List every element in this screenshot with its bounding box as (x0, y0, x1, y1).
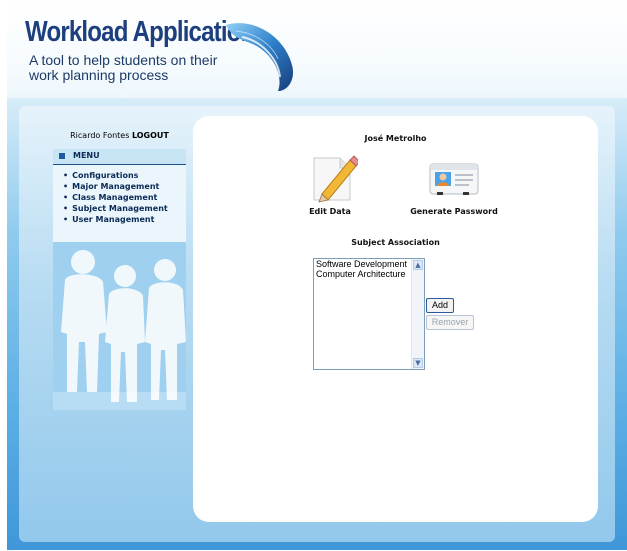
listbox-scrollbar[interactable]: ▲ ▼ (411, 259, 424, 369)
scroll-down-icon[interactable]: ▼ (413, 358, 423, 368)
app-tagline: A tool to help students on their work pl… (29, 52, 218, 83)
square-bullet-icon (59, 153, 65, 159)
menu-label: MENU (73, 151, 100, 160)
generate-password-label[interactable]: Generate Password (403, 207, 505, 216)
menu-item-subject-management[interactable]: Subject Management (63, 203, 186, 214)
logout-link[interactable]: LOGOUT (132, 131, 169, 140)
content-panel: José Metrolho Edit Data Generate Passwor… (193, 116, 598, 522)
menu-item-major-management[interactable]: Major Management (63, 181, 186, 192)
students-silhouette-image (53, 242, 186, 410)
edit-data-label[interactable]: Edit Data (297, 207, 363, 216)
remove-button[interactable]: Remover (426, 315, 474, 330)
user-name: Ricardo Fontes (70, 131, 130, 140)
id-card-icon[interactable] (429, 162, 481, 198)
subject-association-title: Subject Association (351, 238, 440, 247)
menu-item-class-management[interactable]: Class Management (63, 192, 186, 203)
list-item[interactable]: Software Development (314, 259, 424, 269)
list-item[interactable]: Computer Architecture (314, 269, 424, 279)
subject-listbox[interactable]: Software Development Computer Architectu… (313, 258, 425, 370)
pencil-paper-icon[interactable] (310, 154, 358, 204)
menu-header: MENU (53, 149, 186, 165)
app-title: Workload Application (25, 16, 255, 48)
menu-item-user-management[interactable]: User Management (63, 214, 186, 225)
menu-item-configurations[interactable]: Configurations (63, 170, 186, 181)
menu-list: Configurations Major Management Class Ma… (53, 165, 186, 242)
person-name: José Metrolho (364, 134, 427, 143)
swoosh-logo-icon (226, 23, 294, 91)
scroll-up-icon[interactable]: ▲ (413, 260, 423, 270)
user-info: Ricardo Fontes LOGOUT (53, 131, 186, 140)
add-button[interactable]: Add (426, 298, 454, 313)
